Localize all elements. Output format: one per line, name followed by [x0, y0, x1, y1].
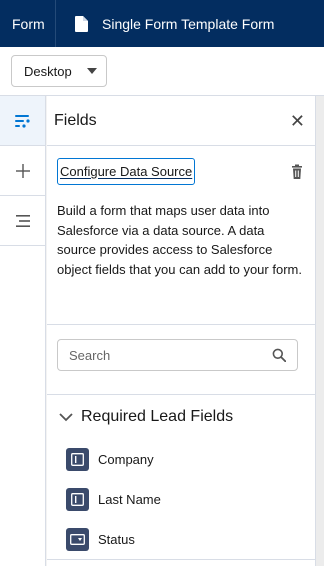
fields-panel: Fields ✕ Configure Data Source Build a f…: [47, 96, 315, 566]
top-bar: Form Single Form Template Form: [0, 0, 324, 47]
search-placeholder: Search: [69, 347, 111, 363]
trash-icon[interactable]: [289, 164, 305, 180]
field-item-status[interactable]: Status: [57, 519, 305, 559]
field-label: Status: [98, 531, 135, 547]
document-title: Single Form Template Form: [102, 15, 275, 32]
rail-layers-button[interactable]: [0, 196, 45, 246]
toolbar: Desktop: [0, 47, 324, 96]
device-select[interactable]: Desktop: [11, 55, 107, 87]
field-item-last-name[interactable]: Last Name: [57, 479, 305, 519]
search-section: Search: [47, 325, 315, 395]
group-title: Required Lead Fields: [81, 408, 234, 425]
scrollbar[interactable]: [315, 96, 324, 566]
field-item-company[interactable]: Company: [57, 439, 305, 479]
document-tab[interactable]: Single Form Template Form: [56, 15, 275, 32]
document-icon: [75, 15, 88, 32]
rail-fields-button[interactable]: [0, 96, 45, 146]
left-rail: [0, 96, 46, 566]
search-input[interactable]: Search: [57, 339, 298, 371]
device-select-value: Desktop: [24, 63, 72, 79]
configure-data-source-button[interactable]: Configure Data Source: [57, 158, 196, 185]
picklist-icon: [66, 527, 89, 551]
data-source-section: Configure Data Source Build a form that …: [47, 146, 315, 325]
field-label: Company: [98, 451, 154, 467]
divider: [47, 559, 315, 560]
data-source-description: Build a form that maps user data into Sa…: [57, 203, 302, 277]
app-label[interactable]: Form: [0, 0, 56, 47]
required-lead-fields-group: Required Lead Fields Company Last Name S…: [47, 395, 315, 559]
text-field-icon: [66, 487, 89, 511]
close-icon[interactable]: ✕: [290, 112, 305, 130]
panel-header: Fields ✕: [47, 96, 315, 146]
chevron-down-icon: [59, 412, 73, 421]
field-label: Last Name: [98, 491, 161, 507]
panel-title: Fields: [54, 111, 97, 129]
chevron-down-icon: [87, 68, 97, 74]
rail-add-button[interactable]: [0, 146, 45, 196]
fields-list-icon: [14, 114, 30, 128]
text-field-icon: [66, 447, 89, 471]
add-icon: [15, 163, 30, 178]
group-toggle[interactable]: Required Lead Fields: [57, 395, 305, 439]
layers-icon: [15, 214, 30, 227]
search-icon: [272, 348, 286, 362]
